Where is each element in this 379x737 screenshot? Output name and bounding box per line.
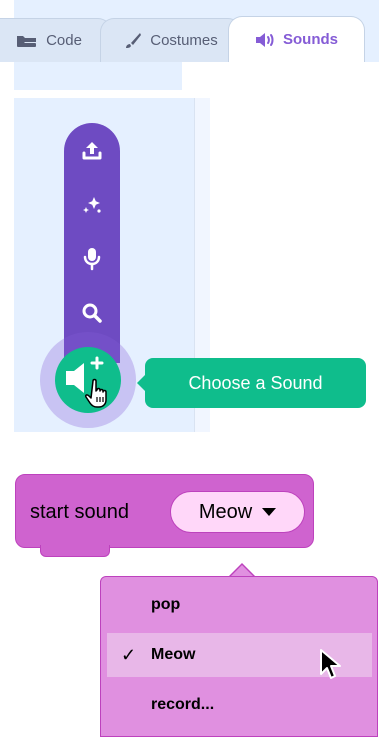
tooltip-pointer (137, 374, 146, 392)
code-blocks-icon (16, 34, 38, 48)
sound-action-menu (64, 123, 120, 363)
choose-sound-tooltip: Choose a Sound (137, 358, 366, 408)
microphone-icon (81, 247, 103, 276)
block-bottom-tab (40, 545, 110, 557)
mouse-pointer-icon (318, 648, 344, 687)
start-sound-block[interactable]: start sound Meow (15, 474, 314, 548)
tab-sounds[interactable]: Sounds (228, 16, 365, 62)
menu-item-record[interactable]: record... (107, 683, 372, 727)
sound-list-panel (14, 62, 183, 90)
upload-icon (81, 140, 103, 167)
menu-item-label: record... (151, 696, 215, 713)
sound-dropdown-field[interactable]: Meow (170, 491, 305, 533)
menu-item-label: Meow (151, 646, 196, 663)
tab-costumes[interactable]: Costumes (100, 18, 242, 62)
tooltip-text: Choose a Sound (188, 372, 323, 393)
tab-code[interactable]: Code (0, 18, 112, 62)
tab-label: Sounds (283, 31, 338, 48)
sound-editor-area (182, 62, 379, 90)
record-button[interactable] (64, 241, 120, 281)
upload-sound-button[interactable] (64, 133, 120, 173)
pointer-hand-icon (85, 377, 113, 414)
menu-item-label: pop (151, 596, 181, 613)
search-sound-button[interactable] (64, 295, 120, 335)
paintbrush-icon (124, 32, 142, 50)
tab-label: Costumes (150, 32, 218, 49)
speaker-icon (255, 32, 275, 48)
field-value: Meow (198, 500, 253, 523)
chevron-down-icon (262, 508, 277, 516)
menu-item-pop[interactable]: pop (107, 583, 372, 627)
checkmark-icon: ✓ (121, 644, 137, 665)
tab-label: Code (46, 32, 82, 49)
surprise-button[interactable] (64, 187, 120, 227)
search-icon (81, 302, 103, 329)
choose-sound-button[interactable] (55, 347, 121, 413)
sparkle-icon (81, 194, 103, 221)
block-label: start sound (30, 501, 129, 523)
